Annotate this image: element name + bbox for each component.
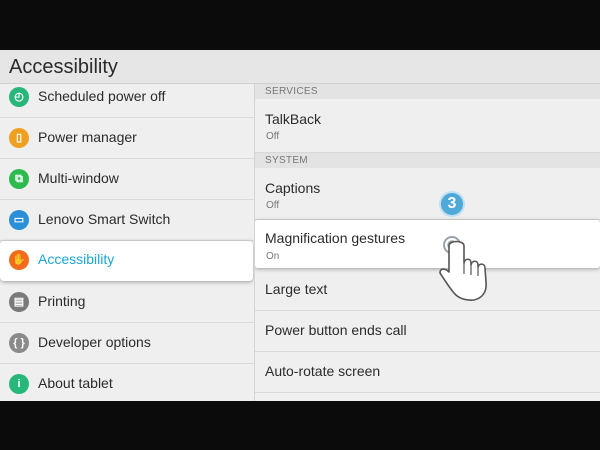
power-clock-icon: ◴ — [9, 87, 29, 107]
section-header-label: SYSTEM — [265, 155, 308, 166]
setting-status: Off — [266, 200, 280, 211]
setting-captions[interactable]: Captions Off — [255, 168, 600, 220]
sidebar-item-power-manager[interactable]: ▯ Power manager — [0, 119, 254, 159]
printer-icon: ▤ — [9, 292, 29, 312]
setting-status: On — [266, 251, 280, 262]
sidebar-item-label: Lenovo Smart Switch — [38, 211, 171, 227]
multi-window-icon: ⧉ — [9, 169, 29, 189]
setting-title: Large text — [265, 281, 328, 297]
sidebar-item-label: Power manager — [38, 129, 137, 145]
sidebar-item-developer-options[interactable]: { } Developer options — [0, 324, 254, 364]
section-header-label: SERVICES — [265, 86, 318, 97]
sidebar-item-scheduled-power-off[interactable]: ◴ Scheduled power off — [0, 84, 254, 118]
sidebar-item-label: Printing — [38, 293, 86, 309]
setting-large-text[interactable]: Large text — [255, 270, 600, 311]
setting-title: Auto-rotate screen — [265, 363, 381, 379]
accessibility-settings-pane: SERVICES TalkBack Off SYSTEM Captions Of… — [255, 84, 600, 401]
sidebar-item-label: Multi-window — [38, 170, 119, 186]
tap-gesture-hand-icon — [439, 236, 487, 301]
setting-status: Off — [266, 131, 280, 142]
battery-icon: ▯ — [9, 128, 29, 148]
smart-switch-icon: ▭ — [9, 210, 29, 230]
sidebar-item-label: About tablet — [38, 375, 113, 391]
sidebar-item-printing[interactable]: ▤ Printing — [0, 283, 254, 323]
setting-talkback[interactable]: TalkBack Off — [255, 99, 600, 153]
sidebar-item-label: Accessibility — [38, 251, 115, 267]
hand-icon: ✋ — [9, 250, 29, 270]
setting-auto-rotate-screen[interactable]: Auto-rotate screen — [255, 352, 600, 393]
code-braces-icon: { } — [9, 333, 29, 353]
section-header-services: SERVICES — [255, 84, 600, 99]
step-number-badge: 3 — [441, 193, 463, 215]
action-bar: Accessibility — [0, 50, 600, 84]
sidebar-item-label: Scheduled power off — [38, 88, 166, 104]
settings-sidebar: ◴ Scheduled power off ▯ Power manager ⧉ … — [0, 84, 255, 401]
sidebar-item-lenovo-smart-switch[interactable]: ▭ Lenovo Smart Switch — [0, 201, 254, 241]
tablet-screen: Accessibility ◴ Scheduled power off ▯ Po… — [0, 50, 600, 401]
sidebar-item-label: Developer options — [38, 334, 151, 350]
setting-magnification-gestures[interactable]: Magnification gestures On — [255, 220, 600, 268]
sidebar-item-multi-window[interactable]: ⧉ Multi-window — [0, 160, 254, 200]
setting-title: Power button ends call — [265, 322, 407, 338]
setting-title: Magnification gestures — [265, 230, 406, 246]
section-header-system: SYSTEM — [255, 153, 600, 168]
setting-power-button-ends-call[interactable]: Power button ends call — [255, 311, 600, 352]
page-title: Accessibility — [9, 56, 118, 78]
info-icon: i — [9, 374, 29, 394]
setting-title: Captions — [265, 180, 321, 196]
sidebar-item-accessibility[interactable]: ✋ Accessibility — [0, 241, 253, 281]
sidebar-item-about-tablet[interactable]: i About tablet — [0, 365, 254, 401]
setting-title: TalkBack — [265, 111, 322, 127]
